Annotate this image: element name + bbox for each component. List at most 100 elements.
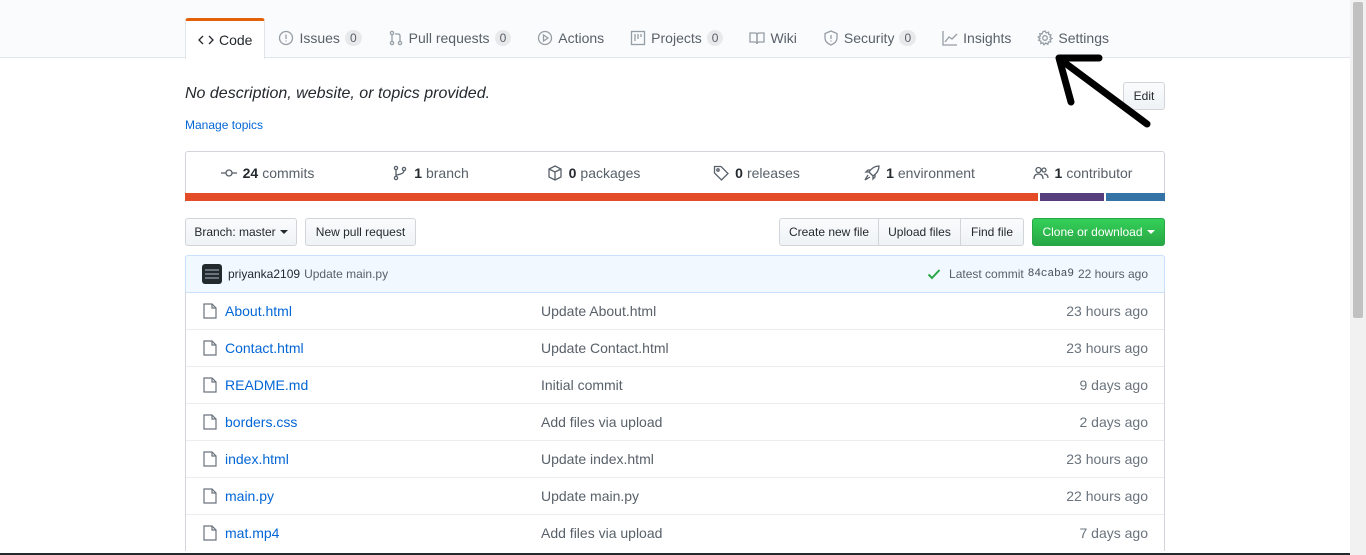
language-segment[interactable]: [185, 193, 1038, 201]
repo-description: No description, website, or topics provi…: [185, 85, 491, 102]
tab-projects-label: Projects: [651, 30, 702, 46]
tab-actions-label: Actions: [558, 30, 605, 46]
clone-download-button[interactable]: Clone or download: [1032, 218, 1165, 246]
environment-count: 1: [886, 165, 894, 181]
environment-label: environment: [897, 165, 975, 181]
tab-pull-requests[interactable]: Pull requests 0: [375, 18, 525, 58]
file-commit-message[interactable]: Add files via upload: [541, 525, 941, 541]
releases-link[interactable]: 0 releases: [675, 152, 838, 194]
table-row: main.py Update main.py 22 hours ago: [186, 477, 1164, 514]
issue-icon: [279, 30, 294, 46]
tab-code[interactable]: Code: [185, 18, 266, 59]
commit-sha[interactable]: 84caba9: [1028, 268, 1074, 280]
book-icon: [749, 32, 766, 45]
rocket-icon: [864, 165, 880, 181]
file-age: 22 hours ago: [1066, 488, 1148, 504]
language-bar[interactable]: [185, 193, 1165, 201]
tab-security-label: Security: [843, 30, 895, 46]
file-list: About.html Update About.html 23 hours ag…: [185, 292, 1165, 551]
clone-download-label: Clone or download: [1042, 225, 1143, 239]
contributors-link[interactable]: 1 contributor: [1001, 152, 1164, 194]
file-icon: [203, 488, 217, 504]
latest-commit-info: Latest commit 84caba9 22 hours ago: [927, 267, 1148, 281]
create-new-file-button[interactable]: Create new file: [779, 218, 879, 246]
file-commit-message[interactable]: Update About.html: [541, 303, 941, 319]
file-age: 23 hours ago: [1066, 451, 1148, 467]
people-icon: [1032, 166, 1049, 180]
check-icon[interactable]: [927, 267, 941, 281]
branch-count: 1: [414, 165, 422, 181]
packages-link[interactable]: 0 packages: [512, 152, 675, 194]
language-segment[interactable]: [1037, 193, 1105, 201]
tab-wiki[interactable]: Wiki: [736, 18, 809, 58]
file-name[interactable]: borders.css: [225, 414, 541, 430]
table-row: index.html Update index.html 23 hours ag…: [186, 440, 1164, 477]
manage-topics-link[interactable]: Manage topics: [185, 118, 263, 132]
projects-counter: 0: [706, 30, 724, 46]
tab-settings-label: Settings: [1058, 30, 1109, 46]
file-icon: [203, 302, 217, 319]
scrollbar[interactable]: [1350, 0, 1366, 555]
code-icon: [198, 35, 214, 45]
branches-link[interactable]: 1 branch: [349, 152, 512, 194]
branch-select-label: Branch: master: [194, 225, 276, 239]
commits-label: commits: [262, 165, 315, 181]
contributor-count: 1: [1054, 165, 1063, 181]
gear-icon: [1037, 30, 1054, 46]
caret-down-icon: [1146, 230, 1155, 234]
avatar[interactable]: [202, 264, 222, 284]
file-commit-message[interactable]: Update index.html: [541, 451, 941, 467]
file-name[interactable]: About.html: [225, 303, 541, 319]
table-row: borders.css Add files via upload 2 days …: [186, 403, 1164, 440]
tab-projects[interactable]: Projects 0: [617, 18, 736, 58]
file-age: 23 hours ago: [1066, 340, 1148, 356]
commit-icon: [220, 169, 237, 177]
file-name[interactable]: Contact.html: [225, 340, 541, 356]
play-icon: [538, 30, 553, 46]
new-pull-request-button[interactable]: New pull request: [305, 218, 416, 246]
file-icon: [203, 377, 217, 393]
language-segment[interactable]: [1104, 193, 1165, 201]
branch-select-button[interactable]: Branch: master: [185, 218, 297, 246]
tab-pull-requests-label: Pull requests: [408, 30, 490, 46]
table-row: mat.mp4 Add files via upload 7 days ago: [186, 514, 1164, 551]
tag-icon: [713, 165, 730, 181]
file-icon: [203, 414, 217, 430]
file-name[interactable]: mat.mp4: [225, 525, 541, 541]
security-counter: 0: [899, 30, 917, 46]
file-age: 9 days ago: [1079, 377, 1149, 393]
issues-counter: 0: [344, 30, 362, 46]
table-row: About.html Update About.html 23 hours ag…: [186, 292, 1164, 329]
find-file-button[interactable]: Find file: [960, 218, 1024, 246]
tab-wiki-label: Wiki: [770, 30, 797, 46]
file-name[interactable]: index.html: [225, 451, 541, 467]
upload-files-button[interactable]: Upload files: [878, 218, 961, 246]
commits-link[interactable]: 24 commits: [186, 152, 349, 194]
tab-issues[interactable]: Issues 0: [265, 18, 374, 58]
arrow-annotation: [1055, 54, 1151, 128]
tab-security[interactable]: Security 0: [810, 18, 929, 58]
repo-nav: Code Issues 0 Pull requests 0 Actions Pr…: [185, 18, 1122, 59]
file-commit-message[interactable]: Update Contact.html: [541, 340, 941, 356]
tab-insights-label: Insights: [963, 30, 1012, 46]
file-commit-message[interactable]: Add files via upload: [541, 414, 941, 430]
contributor-label: contributor: [1066, 165, 1133, 181]
file-commit-message[interactable]: Initial commit: [541, 377, 941, 393]
latest-commit-age: 22 hours ago: [1077, 267, 1148, 281]
caret-down-icon: [279, 230, 288, 234]
branch-label: branch: [425, 165, 469, 181]
latest-commit-bar: priyanka2109 Update main.py Latest commi…: [185, 255, 1165, 293]
commit-author[interactable]: priyanka2109: [228, 267, 300, 281]
pulls-counter: 0: [494, 30, 512, 46]
shield-icon: [824, 30, 838, 46]
scrollbar-thumb[interactable]: [1353, 2, 1363, 318]
tab-insights[interactable]: Insights: [929, 18, 1024, 58]
commit-message[interactable]: Update main.py: [304, 267, 388, 281]
tab-actions[interactable]: Actions: [524, 18, 617, 58]
branch-icon: [393, 165, 407, 181]
file-age: 2 days ago: [1079, 414, 1149, 430]
file-name[interactable]: main.py: [225, 488, 541, 504]
file-name[interactable]: README.md: [225, 377, 541, 393]
environments-link[interactable]: 1 environment: [838, 152, 1001, 194]
file-commit-message[interactable]: Update main.py: [541, 488, 941, 504]
